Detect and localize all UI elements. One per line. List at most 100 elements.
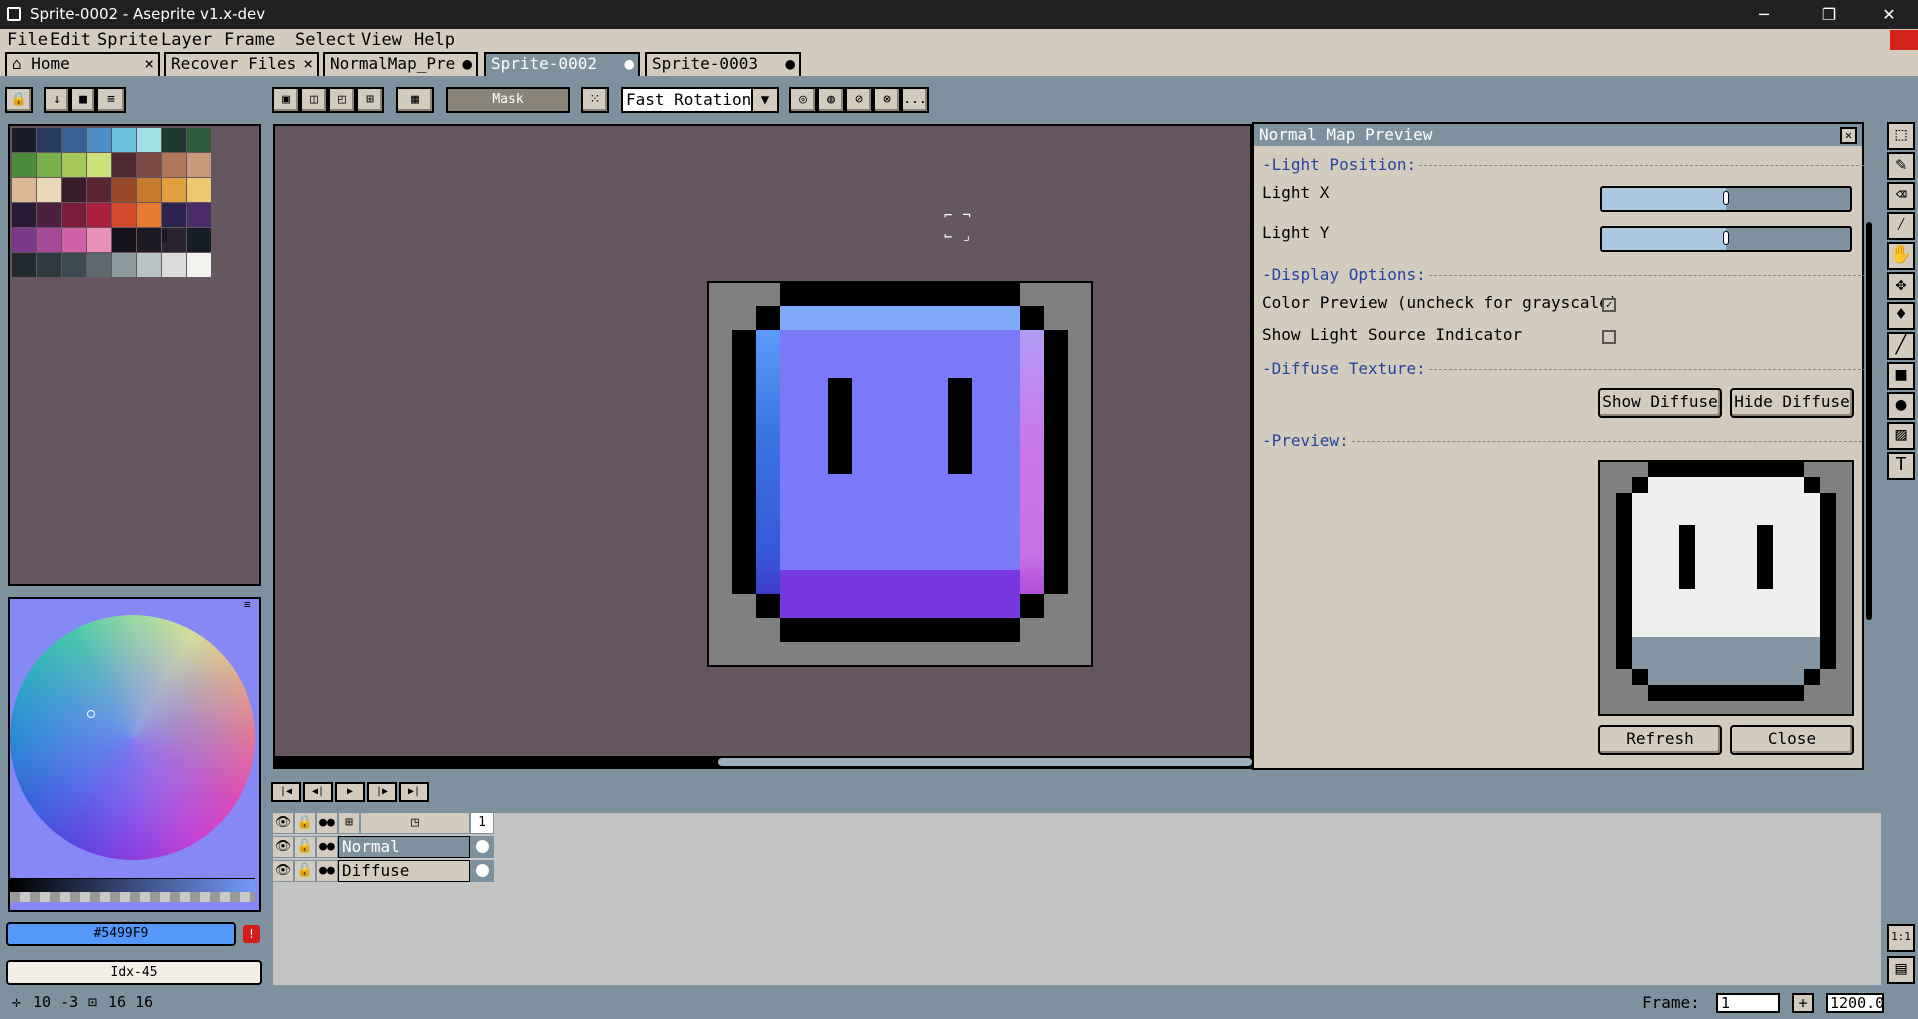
selection-intersect-icon[interactable]: ⊞ bbox=[356, 87, 384, 113]
eyedropper-icon[interactable]: ⁄ bbox=[1887, 212, 1915, 240]
transform-flip-icon[interactable]: ⊗ bbox=[873, 87, 901, 113]
line-icon[interactable]: ╱ bbox=[1887, 332, 1915, 360]
palette-swatch[interactable] bbox=[12, 153, 36, 177]
menu-file[interactable]: File bbox=[7, 30, 48, 50]
tab-close-icon[interactable]: × bbox=[144, 54, 154, 74]
first-frame-icon[interactable]: |◀ bbox=[271, 782, 301, 802]
palette-swatch[interactable] bbox=[137, 128, 161, 152]
palette-swatch[interactable] bbox=[37, 128, 61, 152]
palette-swatch[interactable] bbox=[62, 253, 86, 277]
color-preview-checkbox[interactable]: ✓ bbox=[1602, 298, 1616, 312]
tab-modified-icon[interactable]: ● bbox=[462, 54, 472, 74]
palette-swatch[interactable] bbox=[37, 253, 61, 277]
link-icon[interactable]: ●● bbox=[316, 812, 338, 834]
minimize-button[interactable]: ─ bbox=[1741, 2, 1787, 27]
rectangle-icon[interactable]: ■ bbox=[1887, 362, 1915, 390]
palette-swatch[interactable] bbox=[187, 178, 211, 202]
eraser-icon[interactable]: ⌫ bbox=[1887, 182, 1915, 210]
palette-swatch[interactable] bbox=[112, 228, 136, 252]
palette-swatch[interactable] bbox=[12, 253, 36, 277]
palette-swatch[interactable] bbox=[112, 203, 136, 227]
chevron-down-icon[interactable]: ▼ bbox=[751, 87, 779, 113]
menu-select[interactable]: Select bbox=[295, 30, 356, 50]
wheel-options-icon[interactable]: ≡ bbox=[244, 599, 256, 611]
menu-frame[interactable]: Frame bbox=[224, 30, 275, 50]
palette-swatch[interactable] bbox=[137, 203, 161, 227]
palette-swatch[interactable] bbox=[37, 153, 61, 177]
layer-group-icon[interactable]: ⊞ bbox=[338, 812, 360, 834]
palette-swatch[interactable] bbox=[112, 178, 136, 202]
lock-icon[interactable]: 🔓 bbox=[294, 860, 316, 882]
palette-swatch[interactable] bbox=[87, 228, 111, 252]
link-icon[interactable]: ●● bbox=[316, 860, 338, 882]
lock-icon[interactable]: 🔓 bbox=[294, 836, 316, 858]
square-icon[interactable]: ■ bbox=[70, 87, 96, 113]
lock-icon[interactable]: 🔒 bbox=[5, 87, 33, 113]
palette-swatch[interactable] bbox=[187, 203, 211, 227]
palette-swatch[interactable] bbox=[12, 228, 36, 252]
palette-swatch[interactable] bbox=[112, 153, 136, 177]
zoom-input[interactable]: 1200.0 bbox=[1826, 993, 1884, 1013]
tab-normalmap-preview[interactable]: NormalMap_Pre ● bbox=[323, 52, 478, 76]
tab-close-icon[interactable]: × bbox=[303, 54, 313, 74]
eye-icon[interactable]: 👁 bbox=[272, 860, 294, 882]
palette-swatch[interactable] bbox=[87, 153, 111, 177]
dialog-close-icon[interactable]: ✕ bbox=[1840, 127, 1857, 144]
refresh-button[interactable]: Refresh bbox=[1598, 725, 1722, 755]
close-window-button[interactable]: ✕ bbox=[1866, 2, 1912, 27]
move-icon[interactable]: ✥ bbox=[1887, 272, 1915, 300]
palette-swatch[interactable] bbox=[162, 203, 186, 227]
palette-swatch[interactable] bbox=[137, 228, 161, 252]
palette-swatch[interactable] bbox=[187, 153, 211, 177]
show-light-checkbox[interactable] bbox=[1602, 330, 1616, 344]
layer-normal[interactable]: Normal bbox=[338, 836, 470, 858]
transform-rotate-icon[interactable]: ◍ bbox=[817, 87, 845, 113]
palette-swatch[interactable] bbox=[137, 253, 161, 277]
down-arrow-icon[interactable]: ↓ bbox=[44, 87, 70, 113]
palette-swatch[interactable] bbox=[87, 253, 111, 277]
add-frame-button[interactable]: + bbox=[1792, 993, 1814, 1013]
palette-swatch[interactable] bbox=[112, 128, 136, 152]
palette-swatch[interactable] bbox=[87, 128, 111, 152]
palette-swatch[interactable] bbox=[87, 178, 111, 202]
palette-swatch[interactable] bbox=[62, 178, 86, 202]
foreground-color-field[interactable]: #5499F9 bbox=[6, 922, 236, 946]
tab-sprite-0003[interactable]: Sprite-0003 ● bbox=[645, 52, 801, 76]
cel-normal[interactable] bbox=[470, 836, 494, 858]
palette-swatch[interactable] bbox=[37, 178, 61, 202]
mask-button[interactable]: Mask bbox=[446, 87, 570, 113]
color-index-field[interactable]: Idx-45 bbox=[6, 960, 262, 985]
palette-swatch[interactable] bbox=[12, 128, 36, 152]
frame-input[interactable]: 1 bbox=[1716, 993, 1780, 1013]
palette-swatch[interactable] bbox=[162, 128, 186, 152]
tab-modified-icon[interactable]: ● bbox=[785, 54, 795, 74]
transform-scale-icon[interactable]: ◎ bbox=[789, 87, 817, 113]
paint-bucket-icon[interactable]: ♦ bbox=[1887, 302, 1915, 330]
selection-subtract-icon[interactable]: ◰ bbox=[328, 87, 356, 113]
tab-modified-icon[interactable]: ● bbox=[624, 54, 634, 74]
tab-home[interactable]: ⌂ Home × bbox=[5, 52, 160, 76]
text-icon[interactable]: T bbox=[1887, 452, 1915, 480]
alpha-bar[interactable] bbox=[10, 892, 255, 902]
selection-add-icon[interactable]: ◫ bbox=[300, 87, 328, 113]
slider-handle[interactable] bbox=[1723, 231, 1729, 245]
onion-skin-icon[interactable]: ◳ bbox=[360, 812, 470, 834]
eye-icon[interactable]: 👁 bbox=[272, 812, 294, 834]
close-dialog-button[interactable]: Close bbox=[1730, 725, 1854, 755]
hide-diffuse-button[interactable]: Hide Diffuse bbox=[1730, 388, 1854, 418]
contour-icon[interactable]: ● bbox=[1887, 392, 1915, 420]
palette-swatch[interactable] bbox=[137, 178, 161, 202]
palette-swatch[interactable] bbox=[12, 178, 36, 202]
palette-resize-handle[interactable]: ‖ bbox=[161, 228, 168, 242]
slider-handle[interactable] bbox=[1723, 191, 1729, 205]
palette-swatch[interactable] bbox=[162, 153, 186, 177]
palette-swatch[interactable] bbox=[187, 128, 211, 152]
layer-diffuse[interactable]: Diffuse bbox=[338, 860, 470, 882]
rectangular-marquee-icon[interactable]: ⬚ bbox=[1887, 122, 1915, 150]
show-diffuse-button[interactable]: Show Diffuse bbox=[1598, 388, 1722, 418]
frame-header[interactable]: 1 bbox=[470, 812, 494, 834]
palette-swatch[interactable] bbox=[187, 228, 211, 252]
palette-swatch[interactable] bbox=[137, 153, 161, 177]
pencil-icon[interactable]: ✎ bbox=[1887, 152, 1915, 180]
palette-swatch[interactable] bbox=[162, 178, 186, 202]
